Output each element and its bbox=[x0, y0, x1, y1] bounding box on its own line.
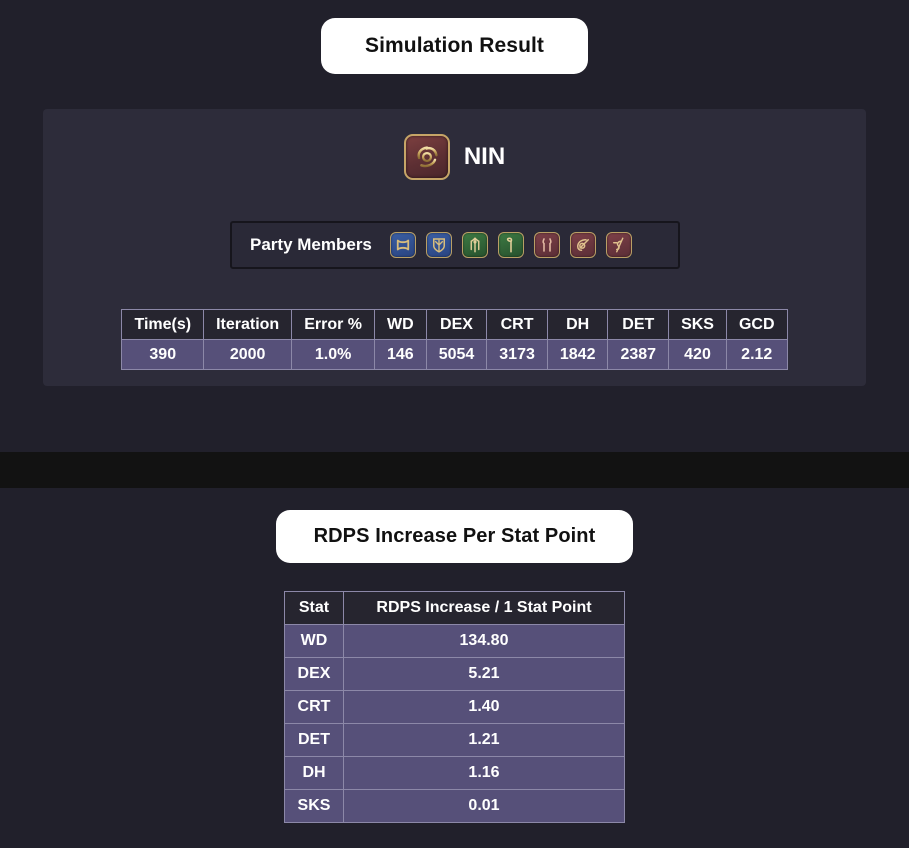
section-divider-band bbox=[0, 452, 909, 488]
cell-stat-value: 134.80 bbox=[343, 624, 625, 658]
table-row: 390 2000 1.0% 146 5054 3173 1842 2387 42… bbox=[121, 339, 788, 370]
paladin-job-icon[interactable] bbox=[425, 232, 452, 258]
ninja-job-icon-party[interactable] bbox=[533, 232, 560, 258]
party-members-icon-list bbox=[389, 232, 632, 258]
cell-stat-value: 1.40 bbox=[343, 690, 625, 724]
cell-gcd: 2.12 bbox=[725, 339, 788, 370]
ninja-job-icon bbox=[403, 134, 450, 180]
col-header-stat: Stat bbox=[284, 591, 344, 625]
cell-stat-name: DEX bbox=[284, 657, 344, 691]
cell-stat-name: WD bbox=[284, 624, 344, 658]
astrologian-job-icon[interactable] bbox=[497, 232, 524, 258]
col-header-gcd: GCD bbox=[725, 309, 788, 340]
cell-stat-name: DET bbox=[284, 723, 344, 757]
table-row: DET 1.21 bbox=[284, 723, 625, 757]
col-header-crt: CRT bbox=[486, 309, 548, 340]
job-header: NIN bbox=[43, 109, 866, 180]
table-header-row: Time(s) Iteration Error % WD DEX CRT DH … bbox=[121, 309, 788, 340]
party-members-label: Party Members bbox=[250, 235, 372, 254]
cell-stat-name: CRT bbox=[284, 690, 344, 724]
simulation-stats-table-container: Time(s) Iteration Error % WD DEX CRT DH … bbox=[43, 309, 866, 370]
rdps-table: Stat RDPS Increase / 1 Stat Point WD 134… bbox=[284, 591, 625, 823]
rdps-section: RDPS Increase Per Stat Point Stat RDPS I… bbox=[0, 510, 909, 823]
cell-sks: 420 bbox=[668, 339, 727, 370]
col-header-sks: SKS bbox=[668, 309, 727, 340]
col-header-iteration: Iteration bbox=[203, 309, 293, 340]
table-row: DEX 5.21 bbox=[284, 657, 625, 691]
cell-stat-name: SKS bbox=[284, 789, 344, 823]
bard-job-icon[interactable] bbox=[605, 232, 632, 258]
table-row: WD 134.80 bbox=[284, 624, 625, 658]
table-row: DH 1.16 bbox=[284, 756, 625, 790]
col-header-time: Time(s) bbox=[121, 309, 205, 340]
cell-dh: 1842 bbox=[546, 339, 609, 370]
simulation-stats-table: Time(s) Iteration Error % WD DEX CRT DH … bbox=[121, 309, 788, 370]
cell-wd: 146 bbox=[373, 339, 427, 370]
col-header-wd: WD bbox=[373, 309, 427, 340]
rdps-section-title: RDPS Increase Per Stat Point bbox=[275, 510, 634, 563]
cell-error: 1.0% bbox=[291, 339, 375, 370]
simulation-result-header: Simulation Result bbox=[0, 0, 909, 74]
cell-iteration: 2000 bbox=[203, 339, 293, 370]
cell-dex: 5054 bbox=[425, 339, 488, 370]
col-header-error: Error % bbox=[291, 309, 375, 340]
col-header-dh: DH bbox=[546, 309, 609, 340]
table-row: SKS 0.01 bbox=[284, 789, 625, 823]
cell-det: 2387 bbox=[607, 339, 670, 370]
cell-crt: 3173 bbox=[486, 339, 548, 370]
cell-stat-value: 5.21 bbox=[343, 657, 625, 691]
table-row: CRT 1.40 bbox=[284, 690, 625, 724]
col-header-dex: DEX bbox=[425, 309, 488, 340]
rdps-header: RDPS Increase Per Stat Point bbox=[0, 510, 909, 563]
cell-stat-value: 1.21 bbox=[343, 723, 625, 757]
job-name-label: NIN bbox=[463, 143, 506, 170]
col-header-det: DET bbox=[607, 309, 670, 340]
simulation-result-card: NIN Party Members Time(s) Iteration Erro… bbox=[43, 109, 866, 386]
warrior-job-icon[interactable] bbox=[389, 232, 416, 258]
party-members-box: Party Members bbox=[230, 221, 680, 269]
cell-stat-name: DH bbox=[284, 756, 344, 790]
simulation-result-title: Simulation Result bbox=[320, 18, 589, 74]
cell-time: 390 bbox=[121, 339, 205, 370]
reaper-job-icon[interactable] bbox=[569, 232, 596, 258]
whitemage-job-icon[interactable] bbox=[461, 232, 488, 258]
col-header-rdps: RDPS Increase / 1 Stat Point bbox=[343, 591, 625, 625]
cell-stat-value: 1.16 bbox=[343, 756, 625, 790]
cell-stat-value: 0.01 bbox=[343, 789, 625, 823]
rdps-table-container: Stat RDPS Increase / 1 Stat Point WD 134… bbox=[0, 591, 909, 823]
table-header-row: Stat RDPS Increase / 1 Stat Point bbox=[284, 591, 625, 625]
